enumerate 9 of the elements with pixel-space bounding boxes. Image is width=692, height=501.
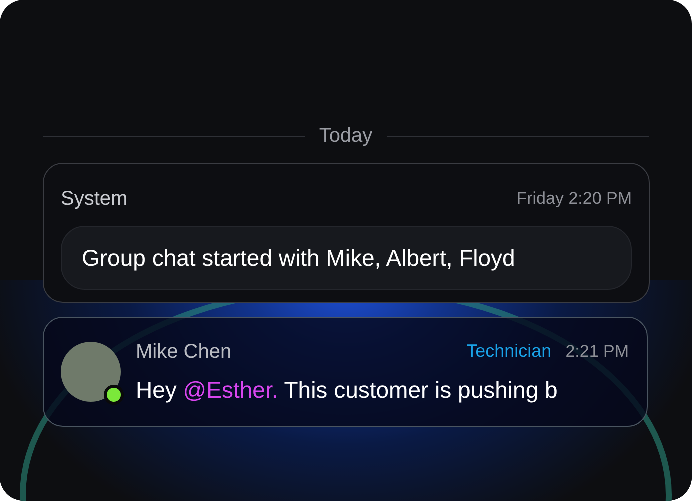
date-divider-label: Today [319,124,373,149]
message-text: Hey @Esther. This customer is pushing b [136,376,559,405]
role-label: Technician [466,340,552,364]
avatar-photo-placeholder [61,342,121,402]
sender-name: System [61,187,128,212]
sender-name: Mike Chen [136,340,233,365]
system-message-text: Group chat started with Mike, Albert, Floyd [82,244,516,273]
message-time: Friday 2:20 PM [516,188,632,210]
message-time: 2:21 PM [566,341,629,363]
